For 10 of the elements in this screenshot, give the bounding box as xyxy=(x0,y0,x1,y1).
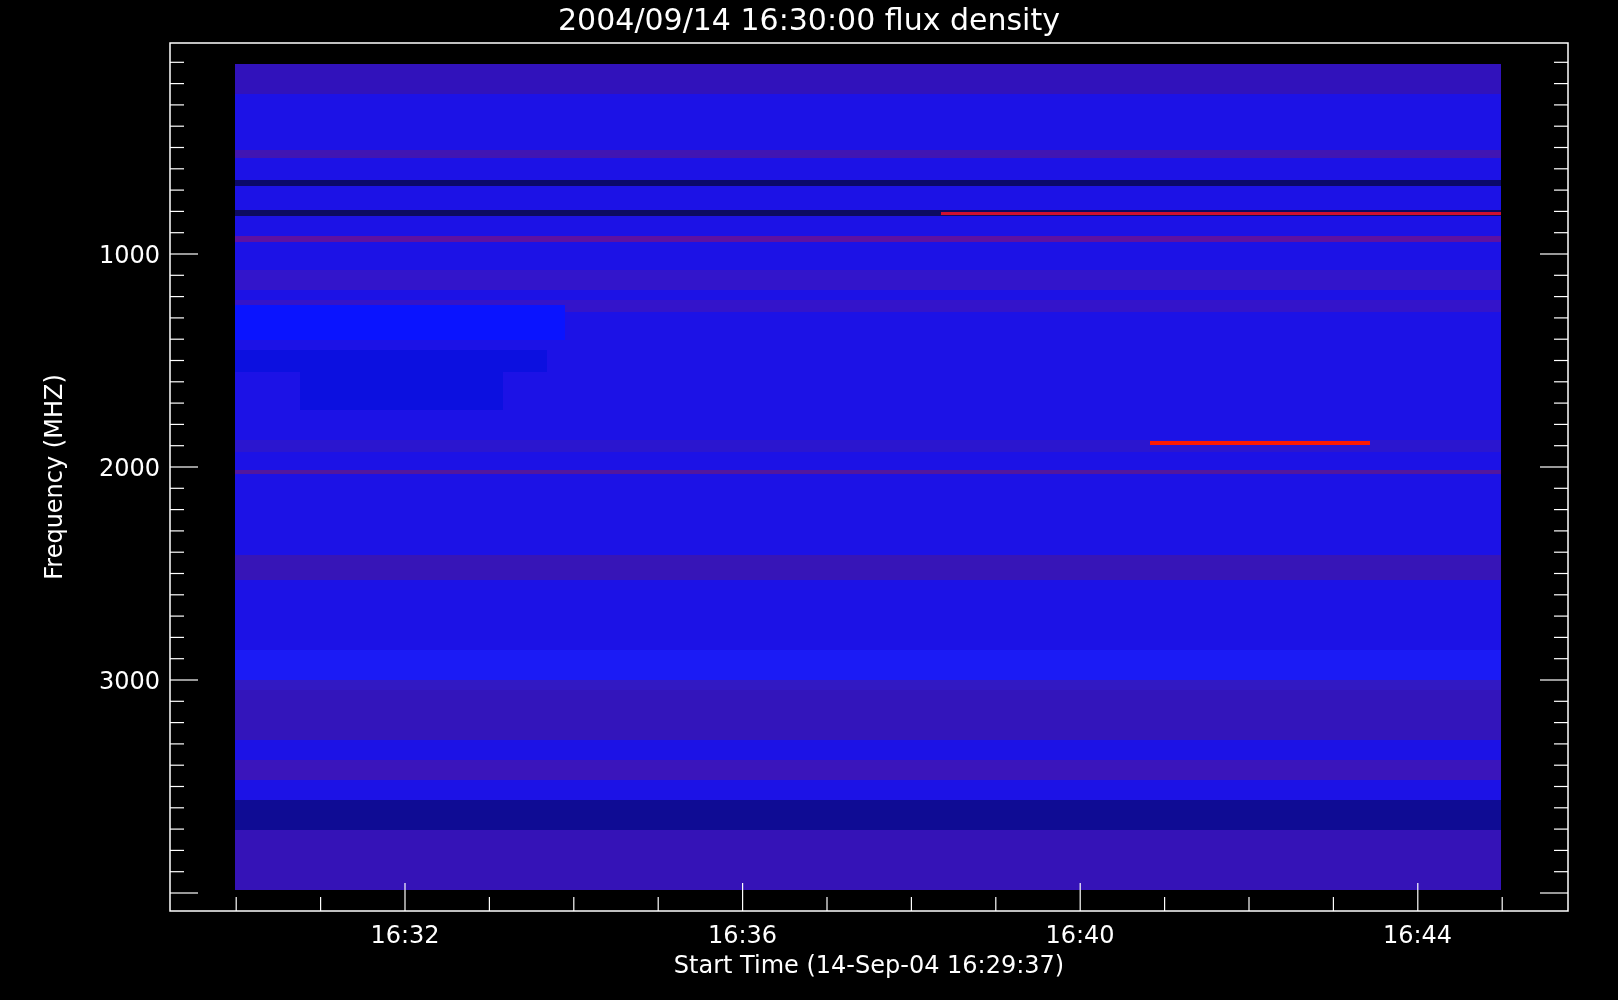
y-tick-label: 3000 xyxy=(98,667,160,695)
x-tick-label: 16:44 xyxy=(1382,921,1453,949)
y-tick-label: 2000 xyxy=(98,454,160,482)
x-tick-label: 16:36 xyxy=(707,921,778,949)
x-tick-label: 16:32 xyxy=(370,921,440,949)
y-axis-label: Frequency (MHZ) xyxy=(40,374,68,580)
x-tick-label: 16:40 xyxy=(1045,921,1115,949)
chart-title: 2004/09/14 16:30:00 flux density xyxy=(558,1,1060,39)
x-axis-label: Start Time (14-Sep-04 16:29:37) xyxy=(673,951,1065,979)
y-tick-label: 1000 xyxy=(98,241,160,269)
